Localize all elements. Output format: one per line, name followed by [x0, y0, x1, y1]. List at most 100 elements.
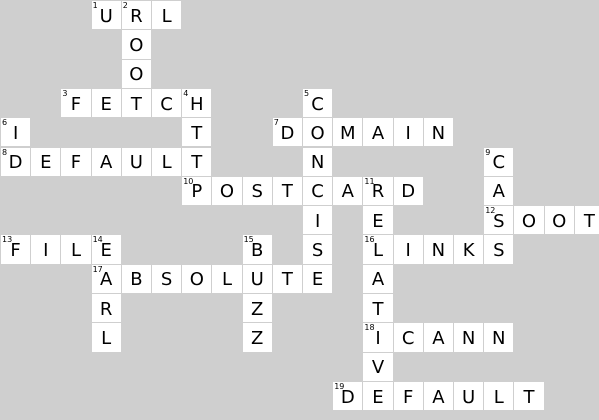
- crossword-cell[interactable]: I: [302, 205, 334, 236]
- cell-letter: A: [432, 386, 445, 408]
- crossword-cell[interactable]: A: [332, 175, 364, 207]
- crossword-cell[interactable]: Z: [241, 322, 273, 353]
- crossword-cell[interactable]: A: [422, 322, 454, 353]
- cell-letter: R: [99, 298, 113, 320]
- crossword-cell[interactable]: 18 I: [362, 322, 394, 353]
- crossword-cell[interactable]: 12 S: [483, 205, 515, 236]
- crossword-cell[interactable]: A: [483, 175, 515, 207]
- crossword-cell[interactable]: 13 F: [0, 234, 32, 265]
- crossword-cell[interactable]: S: [241, 175, 273, 207]
- crossword-cell[interactable]: T: [120, 87, 152, 119]
- crossword-cell[interactable]: E: [30, 146, 62, 177]
- cell-letter: S: [493, 210, 505, 232]
- cell-letter: D: [340, 386, 355, 408]
- crossword-cell[interactable]: L: [211, 263, 243, 294]
- crossword-cell[interactable]: T: [513, 380, 545, 412]
- crossword-cell[interactable]: I: [392, 117, 424, 148]
- crossword-cell[interactable]: 16 L: [362, 234, 394, 265]
- crossword-cell[interactable]: A: [362, 263, 394, 294]
- crossword-cell[interactable]: K: [453, 234, 485, 265]
- crossword-cell[interactable]: E: [362, 380, 394, 412]
- crossword-cell[interactable]: S: [151, 263, 183, 294]
- crossword-cell[interactable]: 5C: [302, 87, 334, 119]
- cell-letter: A: [492, 181, 505, 203]
- crossword-cell[interactable]: A: [422, 380, 454, 412]
- cell-letter: O: [129, 64, 144, 86]
- cell-letter: U: [99, 5, 113, 27]
- crossword-cell[interactable]: 1U: [90, 0, 122, 31]
- crossword-cell[interactable]: 8D: [0, 146, 32, 177]
- crossword-cell[interactable]: A: [362, 117, 394, 148]
- crossword-cell[interactable]: B: [120, 263, 152, 294]
- crossword-cell[interactable]: 10 P: [181, 175, 213, 207]
- crossword-cell[interactable]: T: [181, 117, 213, 148]
- cell-letter: T: [191, 152, 203, 174]
- crossword-cell[interactable]: 15 B: [241, 234, 273, 265]
- crossword-cell[interactable]: U: [241, 263, 273, 294]
- crossword-cell[interactable]: V: [362, 351, 394, 382]
- cell-letter: Z: [251, 298, 264, 320]
- crossword-cell[interactable]: O: [302, 117, 334, 148]
- crossword-cell[interactable]: 17 A: [90, 263, 122, 294]
- crossword-cell[interactable]: 11 R: [362, 175, 394, 207]
- cell-letter: Z: [251, 327, 264, 349]
- crossword-cell[interactable]: N: [483, 322, 515, 353]
- crossword-cell[interactable]: O: [543, 205, 575, 236]
- crossword-cell[interactable]: T: [271, 175, 303, 207]
- crossword-cell[interactable]: S: [302, 234, 334, 265]
- crossword-cell[interactable]: 2R: [120, 0, 152, 31]
- crossword-cell[interactable]: N: [302, 146, 334, 177]
- crossword-cell[interactable]: O: [120, 29, 152, 60]
- crossword-cell[interactable]: T: [181, 146, 213, 177]
- crossword-cell[interactable]: E: [90, 87, 122, 119]
- crossword-cell[interactable]: N: [422, 234, 454, 265]
- crossword-cell[interactable]: E: [302, 263, 334, 294]
- crossword-cell[interactable]: 6I: [0, 117, 32, 148]
- cell-letter: T: [130, 93, 142, 115]
- crossword-cell[interactable]: L: [483, 380, 515, 412]
- crossword-cell[interactable]: U: [453, 380, 485, 412]
- crossword-cell[interactable]: L: [90, 322, 122, 353]
- crossword-cell[interactable]: L: [151, 0, 183, 31]
- crossword-cell[interactable]: L: [60, 234, 92, 265]
- crossword-cell[interactable]: M: [332, 117, 364, 148]
- crossword-cell[interactable]: F: [60, 146, 92, 177]
- cell-letter: D: [280, 122, 295, 144]
- crossword-cell[interactable]: U: [120, 146, 152, 177]
- crossword-cell[interactable]: E: [362, 205, 394, 236]
- cell-letter: T: [372, 298, 384, 320]
- crossword-cell[interactable]: O: [181, 263, 213, 294]
- crossword-cell[interactable]: N: [453, 322, 485, 353]
- crossword-cell[interactable]: Z: [241, 293, 273, 324]
- cell-letter: E: [372, 210, 384, 232]
- crossword-cell[interactable]: O: [120, 58, 152, 89]
- crossword-cell[interactable]: L: [151, 146, 183, 177]
- crossword-cell[interactable]: A: [90, 146, 122, 177]
- crossword-cell[interactable]: N: [422, 117, 454, 148]
- cell-letter: O: [521, 210, 537, 232]
- crossword-cell[interactable]: R: [90, 293, 122, 324]
- crossword-cell[interactable]: 9C: [483, 146, 515, 177]
- crossword-cell[interactable]: 3F: [60, 87, 92, 119]
- cell-letter: L: [161, 152, 172, 174]
- cell-letter: U: [250, 269, 264, 291]
- crossword-cell[interactable]: T: [271, 263, 303, 294]
- crossword-cell[interactable]: 4H: [181, 87, 213, 119]
- crossword-cell[interactable]: 19 D: [332, 380, 364, 412]
- crossword-cell[interactable]: D: [392, 175, 424, 207]
- crossword-cell[interactable]: T: [362, 293, 394, 324]
- crossword-cell[interactable]: I: [392, 234, 424, 265]
- crossword-cell[interactable]: T: [573, 205, 599, 236]
- crossword-cell[interactable]: S: [483, 234, 515, 265]
- cell-letter: F: [70, 93, 82, 115]
- crossword-cell[interactable]: I: [30, 234, 62, 265]
- crossword-cell[interactable]: 14 E: [90, 234, 122, 265]
- crossword-cell[interactable]: C: [302, 175, 334, 207]
- crossword-cell[interactable]: C: [392, 322, 424, 353]
- crossword-cell[interactable]: 7D: [271, 117, 303, 148]
- cell-letter: O: [129, 34, 144, 56]
- crossword-cell[interactable]: O: [211, 175, 243, 207]
- crossword-cell[interactable]: F: [392, 380, 424, 412]
- crossword-cell[interactable]: O: [513, 205, 545, 236]
- crossword-cell[interactable]: C: [151, 87, 183, 119]
